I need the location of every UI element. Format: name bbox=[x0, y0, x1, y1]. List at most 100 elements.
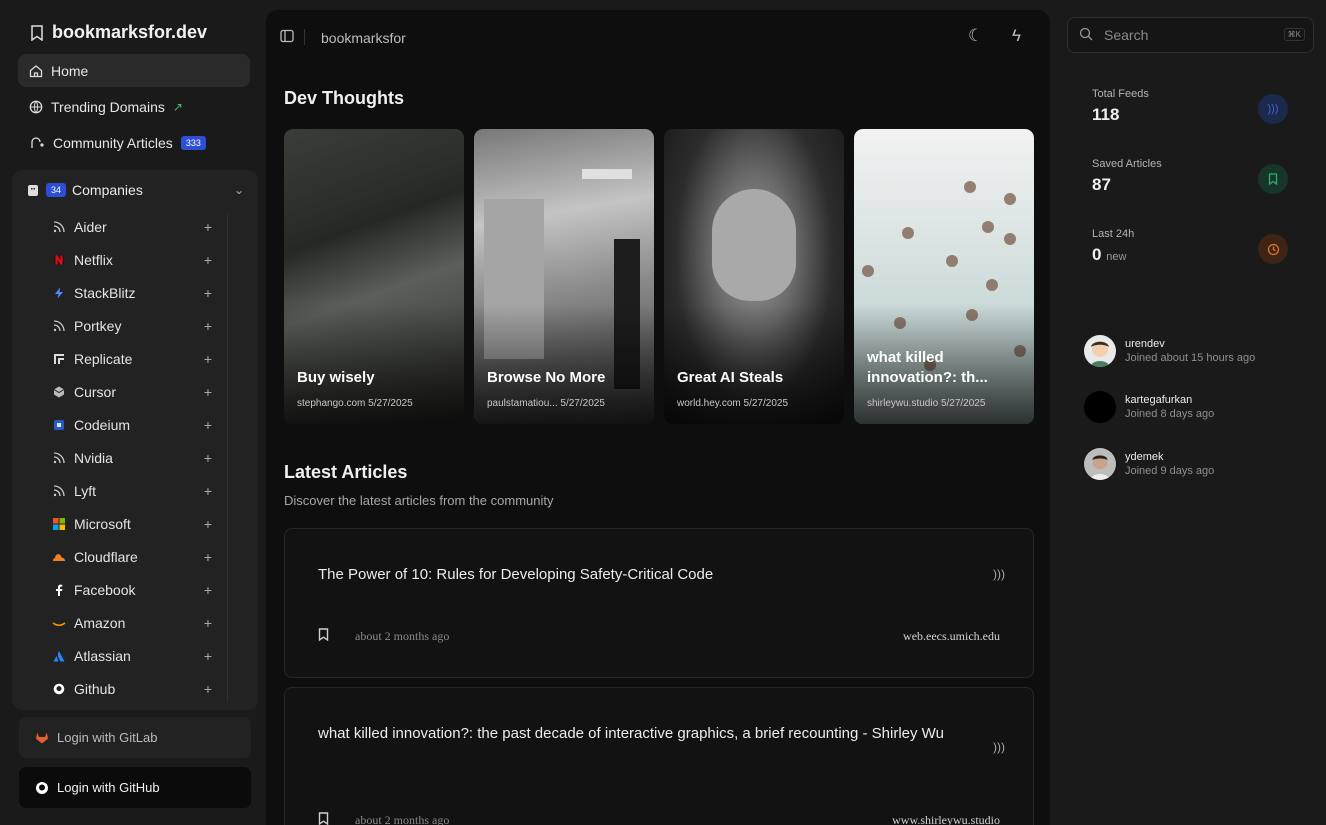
cloudflare-icon bbox=[52, 550, 66, 564]
card-meta: paulstamatiou... 5/27/2025 bbox=[487, 398, 648, 409]
nav-trending-domains[interactable]: Trending Domains ↗ bbox=[18, 90, 250, 123]
plus-icon[interactable]: + bbox=[204, 582, 212, 598]
dev-thought-card[interactable]: Buy wisely stephango.com 5/27/2025 bbox=[284, 129, 464, 424]
dev-thought-card[interactable]: Great AI Steals world.hey.com 5/27/2025 bbox=[664, 129, 844, 424]
company-label: Replicate bbox=[74, 351, 133, 367]
plus-icon[interactable]: + bbox=[204, 648, 212, 664]
company-label: StackBlitz bbox=[74, 285, 136, 301]
article-domain[interactable]: web.eecs.umich.edu bbox=[903, 629, 1000, 644]
companies-label: Companies bbox=[72, 182, 143, 198]
company-item-codeium[interactable]: Codeium + bbox=[52, 410, 212, 440]
facebook-icon bbox=[52, 583, 66, 597]
companies-count-badge: 34 bbox=[46, 183, 67, 197]
company-item-nvidia[interactable]: Nvidia + bbox=[52, 443, 212, 473]
article-domain[interactable]: www.shirleywu.studio bbox=[892, 813, 1000, 825]
trending-up-icon: ↗ bbox=[172, 99, 183, 114]
plus-icon[interactable]: + bbox=[204, 516, 212, 532]
bookmark-icon[interactable] bbox=[318, 628, 329, 641]
rss-icon bbox=[52, 220, 66, 234]
plus-icon[interactable]: + bbox=[204, 417, 212, 433]
plus-icon[interactable]: + bbox=[204, 549, 212, 565]
company-item-facebook[interactable]: Facebook + bbox=[52, 575, 212, 605]
dev-thoughts-cards: Buy wisely stephango.com 5/27/2025 Brows… bbox=[284, 129, 1034, 424]
globe-icon bbox=[29, 100, 43, 113]
company-item-microsoft[interactable]: Microsoft + bbox=[52, 509, 212, 539]
company-item-lyft[interactable]: Lyft + bbox=[52, 476, 212, 506]
company-label: Facebook bbox=[74, 582, 136, 598]
company-item-netflix[interactable]: Netflix + bbox=[52, 245, 212, 275]
plus-icon[interactable]: + bbox=[204, 351, 212, 367]
company-item-cursor[interactable]: Cursor + bbox=[52, 377, 212, 407]
search-box[interactable]: ⌘K bbox=[1067, 17, 1314, 53]
article-card[interactable]: The Power of 10: Rules for Developing Sa… bbox=[284, 528, 1034, 678]
company-label: Lyft bbox=[74, 483, 97, 499]
login-github-button[interactable]: Login with GitHub bbox=[19, 767, 251, 808]
user-joined: Joined 8 days ago bbox=[1125, 408, 1215, 420]
company-item-amazon[interactable]: Amazon + bbox=[52, 608, 212, 638]
nav-community-articles[interactable]: Community Articles 333 bbox=[18, 126, 250, 159]
company-item-aider[interactable]: Aider + bbox=[52, 212, 212, 242]
login-gitlab-button[interactable]: Login with GitLab bbox=[19, 717, 251, 758]
card-source: world.hey.com bbox=[677, 398, 741, 409]
dev-thought-card[interactable]: Browse No More paulstamatiou... 5/27/202… bbox=[474, 129, 654, 424]
replicate-icon bbox=[52, 352, 66, 366]
company-item-github[interactable]: Github + bbox=[52, 674, 212, 704]
plus-icon[interactable]: + bbox=[204, 450, 212, 466]
microsoft-icon bbox=[52, 517, 66, 531]
article-time: about 2 months ago bbox=[355, 813, 450, 825]
dev-thoughts-title: Dev Thoughts bbox=[284, 88, 404, 108]
plus-icon[interactable]: + bbox=[204, 252, 212, 268]
topbar-separator bbox=[304, 29, 305, 45]
plus-icon[interactable]: + bbox=[204, 219, 212, 235]
brand[interactable]: bookmarksfor.dev bbox=[30, 22, 207, 43]
codeium-icon bbox=[52, 418, 66, 432]
dev-thought-card[interactable]: what killed innovation?: th... shirleywu… bbox=[854, 129, 1034, 424]
user-row[interactable]: urendev Joined about 15 hours ago bbox=[1084, 335, 1314, 371]
bookmark-icon bbox=[1258, 164, 1288, 194]
login-github-label: Login with GitHub bbox=[57, 780, 160, 795]
company-item-stackblitz[interactable]: StackBlitz + bbox=[52, 278, 212, 308]
companies-toggle[interactable]: 34 Companies ⌄ bbox=[26, 182, 244, 198]
article-title[interactable]: what killed innovation?: the past decade… bbox=[318, 722, 963, 745]
card-title: what killed innovation?: th... bbox=[867, 349, 988, 386]
community-icon bbox=[31, 136, 44, 148]
article-title[interactable]: The Power of 10: Rules for Developing Sa… bbox=[318, 563, 963, 586]
company-label: Microsoft bbox=[74, 516, 131, 532]
article-card[interactable]: what killed innovation?: the past decade… bbox=[284, 687, 1034, 825]
bookmark-icon[interactable] bbox=[318, 812, 329, 825]
search-shortcut: ⌘K bbox=[1283, 28, 1305, 41]
user-row[interactable]: ydemek Joined 9 days ago bbox=[1084, 448, 1314, 484]
nav-home[interactable]: Home bbox=[18, 54, 250, 87]
plus-icon[interactable]: + bbox=[204, 483, 212, 499]
card-portrait bbox=[712, 189, 796, 301]
netflix-icon bbox=[52, 253, 66, 267]
card-date: 5/27/2025 bbox=[560, 398, 605, 409]
github-icon bbox=[52, 682, 66, 696]
companies-divider bbox=[227, 214, 228, 702]
moon-icon[interactable]: ☾ bbox=[968, 26, 983, 46]
github-icon bbox=[36, 781, 48, 794]
bolt-icon[interactable]: ϟ bbox=[1012, 26, 1021, 46]
main-panel: bookmarksfor ☾ ϟ Dev Thoughts Buy wisely… bbox=[266, 10, 1050, 825]
company-item-atlassian[interactable]: Atlassian + bbox=[52, 641, 212, 671]
breadcrumb[interactable]: bookmarksfor bbox=[321, 30, 406, 46]
user-name: ydemek bbox=[1125, 451, 1164, 463]
search-input[interactable] bbox=[1104, 25, 1264, 45]
nav-home-label: Home bbox=[51, 62, 89, 79]
plus-icon[interactable]: + bbox=[204, 285, 212, 301]
plus-icon[interactable]: + bbox=[204, 318, 212, 334]
company-item-replicate[interactable]: Replicate + bbox=[52, 344, 212, 374]
sidebar-toggle-icon[interactable] bbox=[280, 29, 294, 43]
company-item-portkey[interactable]: Portkey + bbox=[52, 311, 212, 341]
company-label: Netflix bbox=[74, 252, 113, 268]
user-name: urendev bbox=[1125, 338, 1165, 350]
user-row[interactable]: kartegafurkan Joined 8 days ago bbox=[1084, 391, 1314, 427]
plus-icon[interactable]: + bbox=[204, 681, 212, 697]
plus-icon[interactable]: + bbox=[204, 384, 212, 400]
company-label: Github bbox=[74, 681, 116, 697]
user-joined: Joined about 15 hours ago bbox=[1125, 352, 1256, 364]
card-meta: stephango.com 5/27/2025 bbox=[297, 398, 458, 409]
plus-icon[interactable]: + bbox=[204, 615, 212, 631]
company-item-cloudflare[interactable]: Cloudflare + bbox=[52, 542, 212, 572]
user-joined: Joined 9 days ago bbox=[1125, 465, 1215, 477]
